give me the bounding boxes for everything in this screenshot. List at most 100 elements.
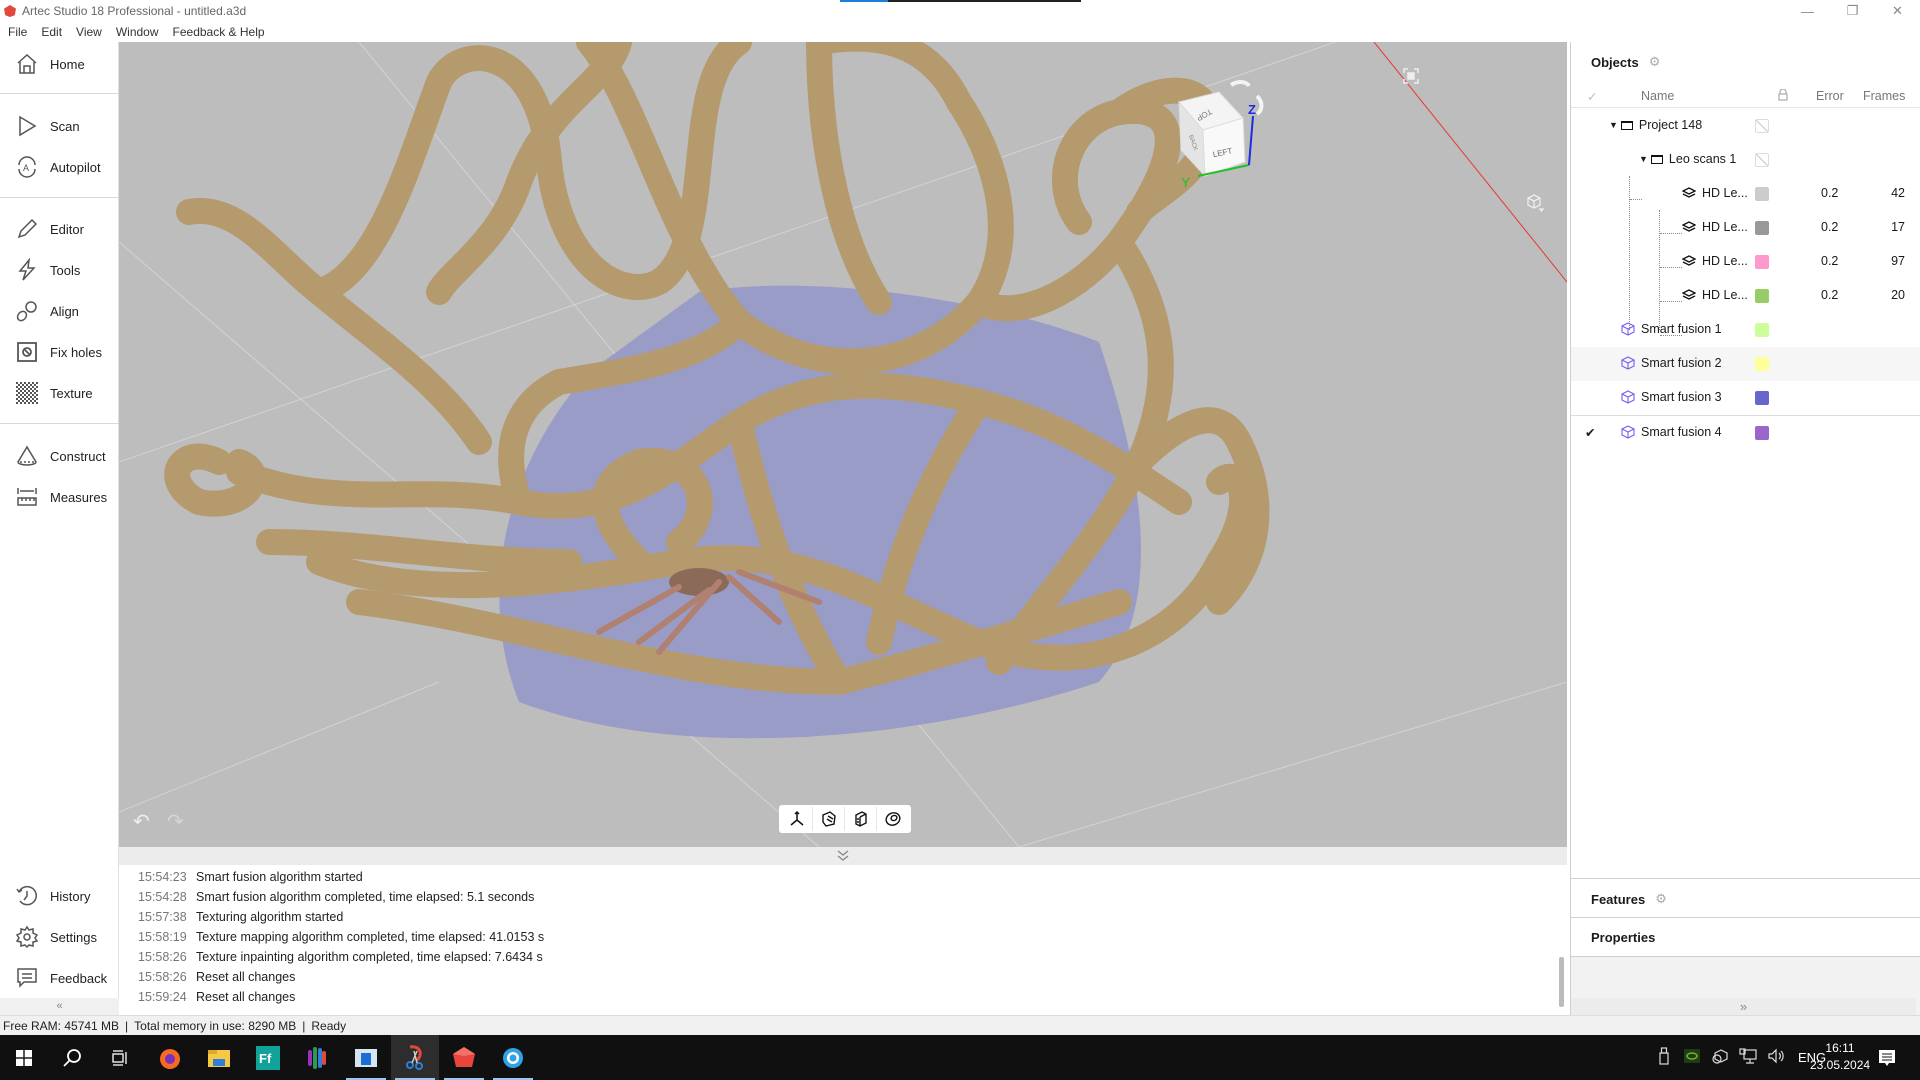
surface-rings-icon[interactable]	[877, 807, 909, 831]
object-name-cell[interactable]: ▼ Leo scans 1	[1639, 152, 1736, 166]
sidebar-item-tools[interactable]: Tools	[0, 252, 119, 288]
scissors-icon[interactable]	[391, 1035, 439, 1080]
object-name-cell[interactable]: Smart fusion 4	[1621, 425, 1722, 439]
sidebar-item-autopilot[interactable]: A Autopilot	[0, 149, 119, 185]
axes-icon[interactable]	[781, 807, 813, 831]
no-color-swatch[interactable]	[1755, 153, 1769, 167]
sidebar-item-history[interactable]: History	[0, 878, 119, 914]
app-tray-icon[interactable]	[1706, 1047, 1734, 1068]
error-column-header[interactable]: Error	[1816, 89, 1844, 103]
expand-triangle-icon[interactable]: ▼	[1609, 120, 1618, 130]
sidebar-item-fix-holes[interactable]: Fix holes	[0, 334, 119, 370]
windows-start-icon[interactable]	[0, 1035, 48, 1080]
menu-edit[interactable]: Edit	[33, 25, 68, 39]
undo-button[interactable]: ↶	[133, 812, 153, 832]
object-row[interactable]: Smart fusion 2	[1571, 347, 1920, 381]
features-settings-gear-icon[interactable]: ⚙	[1655, 891, 1667, 907]
object-name-cell[interactable]: HD Le...	[1682, 288, 1748, 302]
scene-canvas[interactable]: TOP LEFT BACK Y Z	[119, 42, 1567, 847]
fit-view-icon[interactable]	[1403, 68, 1419, 84]
usb-icon[interactable]	[1650, 1047, 1678, 1068]
expand-triangle-icon[interactable]: ▼	[1639, 154, 1648, 164]
menu-feedback-help[interactable]: Feedback & Help	[165, 25, 271, 39]
objects-settings-gear-icon[interactable]: ⚙	[1649, 54, 1661, 70]
restore-button[interactable]: ❐	[1830, 0, 1875, 22]
menu-window[interactable]: Window	[108, 25, 165, 39]
artec-icon[interactable]	[440, 1035, 488, 1080]
task-view-icon[interactable]	[96, 1035, 144, 1080]
menu-file[interactable]: File	[0, 25, 33, 39]
object-row[interactable]: HD Le... 0.2 20	[1571, 279, 1920, 313]
collapse-right-panel-button[interactable]: »	[1571, 998, 1916, 1015]
color-swatch[interactable]	[1755, 391, 1769, 405]
lock-icon[interactable]	[1778, 88, 1788, 104]
color-swatch[interactable]	[1755, 323, 1769, 337]
object-row[interactable]: ▼ Leo scans 1	[1571, 143, 1920, 177]
texture-shading-icon[interactable]	[845, 807, 877, 831]
rotate-down-arrow-icon[interactable]	[1255, 94, 1264, 116]
clock[interactable]: 16:11 23.05.2024	[1810, 1040, 1870, 1074]
object-row[interactable]: ✔ Smart fusion 4	[1571, 415, 1920, 449]
double-chevron-down-icon	[837, 850, 849, 861]
features-title[interactable]: Features	[1591, 892, 1645, 907]
color-bars-icon[interactable]	[293, 1035, 341, 1080]
sidebar-item-construct[interactable]: Construct	[0, 438, 119, 474]
object-row[interactable]: Smart fusion 3	[1571, 381, 1920, 415]
minimize-button[interactable]: —	[1785, 0, 1830, 22]
object-row[interactable]: HD Le... 0.2 42	[1571, 177, 1920, 211]
search-icon[interactable]	[48, 1035, 96, 1080]
object-name-cell[interactable]: ▼ Project 148	[1609, 118, 1702, 132]
object-name-cell[interactable]: HD Le...	[1682, 186, 1748, 200]
object-name-cell[interactable]: Smart fusion 1	[1621, 322, 1722, 336]
visibility-check-icon[interactable]: ✔	[1585, 425, 1595, 440]
window-app-icon[interactable]	[342, 1035, 390, 1080]
sidebar-item-measures[interactable]: Measures	[0, 479, 119, 515]
sidebar-item-texture[interactable]: Texture	[0, 375, 119, 411]
browser-icon[interactable]	[489, 1035, 537, 1080]
frames-value: 42	[1891, 186, 1905, 200]
3d-viewport[interactable]: TOP LEFT BACK Y Z ↶ ↷	[119, 42, 1567, 847]
toggle-log-button[interactable]	[119, 847, 1567, 865]
no-color-swatch[interactable]	[1755, 119, 1769, 133]
sidebar-item-home[interactable]: Home	[0, 46, 119, 82]
object-row[interactable]: ▼ Project 148	[1571, 109, 1920, 143]
firefox-icon[interactable]	[146, 1035, 194, 1080]
sidebar-item-feedback[interactable]: Feedback	[0, 960, 119, 996]
sidebar-item-scan[interactable]: Scan	[0, 108, 119, 144]
notifications-icon[interactable]	[1863, 1035, 1911, 1080]
menu-view[interactable]: View	[68, 25, 108, 39]
color-swatch[interactable]	[1755, 357, 1769, 371]
object-row[interactable]: Smart fusion 1	[1571, 313, 1920, 347]
close-button[interactable]: ✕	[1875, 0, 1920, 22]
color-swatch[interactable]	[1755, 255, 1769, 269]
volume-icon[interactable]	[1762, 1048, 1790, 1067]
nvidia-icon[interactable]	[1678, 1049, 1706, 1066]
color-swatch[interactable]	[1755, 289, 1769, 303]
sidebar-item-align[interactable]: Align	[0, 293, 119, 329]
log-scrollbar[interactable]	[1559, 957, 1564, 1007]
object-row[interactable]: HD Le... 0.2 97	[1571, 245, 1920, 279]
view-cube-menu-icon[interactable]	[1525, 192, 1545, 213]
check-column-icon[interactable]: ✓	[1587, 89, 1597, 104]
color-swatch[interactable]	[1755, 187, 1769, 201]
network-icon[interactable]	[1734, 1048, 1762, 1067]
solid-shading-icon[interactable]	[813, 807, 845, 831]
color-swatch[interactable]	[1755, 221, 1769, 235]
folder-icon[interactable]	[195, 1035, 243, 1080]
object-name-cell[interactable]: Smart fusion 2	[1621, 356, 1722, 370]
frames-column-header[interactable]: Frames	[1863, 89, 1905, 103]
ff-app-icon[interactable]: Ff	[244, 1035, 292, 1080]
collapse-sidebar-button[interactable]: «	[0, 998, 119, 1015]
redo-button[interactable]: ↷	[167, 812, 187, 832]
name-column-header[interactable]: Name	[1641, 89, 1674, 103]
object-name-cell[interactable]: HD Le...	[1682, 254, 1748, 268]
color-swatch[interactable]	[1755, 426, 1769, 440]
properties-title[interactable]: Properties	[1591, 930, 1655, 945]
sidebar-item-settings[interactable]: Settings	[0, 919, 119, 955]
frames-value: 20	[1891, 288, 1905, 302]
object-name-cell[interactable]: Smart fusion 3	[1621, 390, 1722, 404]
sidebar-item-editor[interactable]: Editor	[0, 211, 119, 247]
object-name-cell[interactable]: HD Le...	[1682, 220, 1748, 234]
object-row[interactable]: HD Le... 0.2 17	[1571, 211, 1920, 245]
rotate-left-arrow-icon[interactable]	[1229, 80, 1251, 88]
